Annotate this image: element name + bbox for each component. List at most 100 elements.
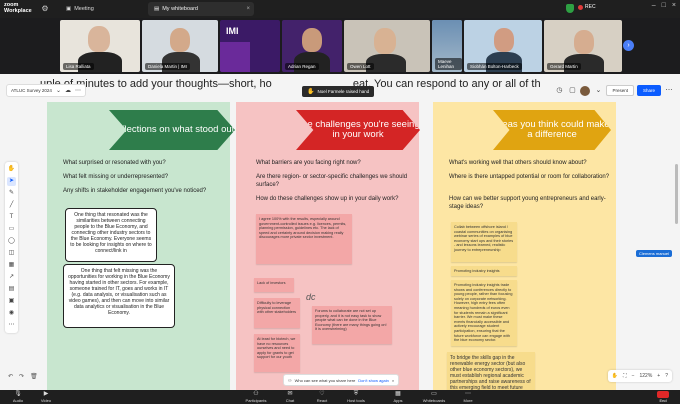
record-dot-icon (578, 4, 583, 10)
table-tool-icon[interactable]: ▤ (7, 285, 16, 294)
sticky-note[interactable]: Collab between offshore island / coastal… (451, 222, 517, 262)
participant-tile[interactable]: Lisa Ralliata (60, 20, 140, 72)
zoom-workplace-logo: zoom Workplace (4, 2, 32, 14)
toast-text: Who can see what you share here (294, 377, 356, 383)
zoom-level[interactable]: 122% (640, 373, 653, 379)
image-tool-icon[interactable]: ▣ (7, 297, 16, 306)
more-label: More (463, 398, 473, 403)
hand-icon[interactable]: ✋ (612, 373, 618, 379)
participant-name: Lisa Ralliata (63, 63, 94, 70)
close-tab-icon[interactable]: × (246, 6, 250, 12)
chat-label: Chat (285, 398, 295, 403)
settings-icon[interactable]: ⚙ (40, 4, 50, 14)
sticky-note[interactable]: Forums to collaborate are not set up pro… (312, 306, 392, 344)
zoom-title-bar: zoom Workplace ⚙ ▣ Meeting ▤ My whiteboa… (0, 0, 680, 18)
dont-show-again-link[interactable]: Don't show again (358, 378, 389, 383)
sticky-note[interactable]: At least for biotech, we have no resourc… (254, 334, 300, 372)
participant-tile[interactable]: Maeve Lenihan (432, 20, 462, 72)
recording-indicator[interactable]: REC (578, 4, 596, 10)
more-tools-icon[interactable]: ⋯ (7, 321, 16, 330)
participant-tile[interactable]: Daniela Martin | IMI (142, 20, 218, 72)
participants-button[interactable]: ⚇ Participants (240, 391, 272, 403)
close-toast-icon[interactable]: × (392, 378, 394, 383)
security-shield-icon[interactable] (566, 4, 574, 13)
timer-icon[interactable]: ◷ (554, 86, 564, 96)
heart-icon: ♡ (319, 391, 325, 397)
more-options-icon[interactable]: ⋯ (664, 86, 674, 96)
participant-tile[interactable]: Gerard Martin (544, 20, 622, 72)
participant-video (374, 28, 396, 54)
video-button[interactable]: ▶ Video (30, 391, 62, 403)
avatar[interactable] (580, 85, 591, 96)
minus-icon[interactable]: − (632, 373, 635, 379)
end-label: End (659, 398, 667, 403)
help-icon[interactable]: ? (665, 373, 668, 379)
shapes-tool-icon[interactable]: ◯ (7, 237, 16, 246)
delete-icon[interactable]: 🗑 (30, 373, 38, 380)
more-icon[interactable]: ⋯ (75, 87, 81, 94)
participant-count-icon[interactable]: ⌄ (593, 86, 603, 96)
participant-tile[interactable]: Adrian Regan (282, 20, 342, 72)
participant-name: Gerard Martin (547, 63, 581, 70)
window-controls: – □ × (652, 2, 676, 9)
present-button[interactable]: Present (606, 85, 634, 96)
whiteboard-canvas[interactable]: uple of minutes to add your thoughts—sho… (0, 74, 680, 390)
apps-button[interactable]: ▦ Apps (382, 391, 414, 403)
participants-icon: ⚇ (253, 391, 259, 397)
column-title-challenges: The challenges you're seeing in your wor… (296, 110, 420, 150)
raised-hand-icon: ✋ (307, 89, 315, 95)
text-tool-icon[interactable]: T (7, 213, 16, 222)
sticky-note[interactable]: Promoting industry insights (451, 266, 517, 276)
whiteboards-button[interactable]: ▭ Whiteboards (418, 391, 450, 403)
whiteboard-file-pill[interactable]: ATLUC Survey 2024 ⌄ ☁ ⋯ (6, 84, 86, 97)
text-note[interactable]: One thing that felt missing was the oppo… (63, 264, 175, 328)
question-text: Are there region- or sector-specific cha… (256, 174, 408, 188)
participant-tile[interactable]: Owen Lott (344, 20, 430, 72)
share-button[interactable]: Share (636, 85, 661, 96)
maximize-icon[interactable]: □ (662, 2, 666, 9)
question-text: What's working well that others should k… (449, 160, 587, 166)
end-meeting-button[interactable]: End (654, 391, 672, 403)
redo-icon[interactable]: ↷ (19, 373, 24, 380)
sticky-note[interactable]: Promoting industry insights trade shows … (451, 280, 517, 346)
zoom-controls: ✋ ⛶ − 122% + ? (607, 370, 672, 382)
template-icon[interactable]: ▦ (7, 261, 16, 270)
comments-icon[interactable]: ▢ (567, 86, 577, 96)
select-tool-icon[interactable]: ➤ (7, 177, 16, 186)
minimize-icon[interactable]: – (652, 2, 656, 9)
undo-icon[interactable]: ↶ (8, 373, 13, 380)
meeting-tab[interactable]: ▣ Meeting (66, 3, 94, 15)
close-window-icon[interactable]: × (672, 2, 676, 9)
sticky-note[interactable]: To bridge the skills gap in the renewabl… (447, 352, 535, 390)
sticky-note[interactable]: Lack of investors (254, 278, 294, 292)
fit-screen-icon[interactable]: ⛶ (623, 373, 627, 379)
host-tools-button[interactable]: ⛨ Host tools (340, 391, 372, 403)
highlighter-icon[interactable]: ╱ (7, 201, 16, 210)
cloud-save-icon[interactable]: ☁ (65, 87, 71, 94)
connector-icon[interactable]: ↗ (7, 273, 16, 282)
share-visibility-toast: ⚇ Who can see what you share here Don't … (283, 374, 400, 386)
sticky-note[interactable]: Difficulty to leverage physical connecti… (254, 298, 300, 328)
react-button[interactable]: ♡ React (306, 391, 338, 403)
plus-icon[interactable]: + (657, 373, 660, 379)
vertical-scrollbar[interactable] (675, 164, 678, 224)
participant-tile[interactable]: Siobhán Bolton-Harbeck (464, 20, 542, 72)
raised-hand-text: Noel Farmele raised hand (317, 89, 370, 94)
pen-tool-icon[interactable]: ✎ (7, 189, 16, 198)
whiteboard-toolbar: ✋ ➤ ✎ ╱ T ▭ ◯ ◫ ▦ ↗ ▤ ▣ ◉ ⋯ (5, 162, 18, 333)
more-button[interactable]: ⋯ More (452, 391, 484, 403)
comment-tool-icon[interactable]: ◫ (7, 249, 16, 258)
apps-icon[interactable]: ◉ (7, 309, 16, 318)
hand-tool-icon[interactable]: ✋ (7, 165, 16, 174)
end-icon (657, 391, 669, 398)
chat-button[interactable]: ✉ Chat (274, 391, 306, 403)
sticky-note-tool-icon[interactable]: ▭ (7, 225, 16, 234)
participant-tile[interactable]: IMI (220, 20, 280, 72)
sticky-note[interactable]: I agree 100% with the results, especiall… (256, 214, 352, 264)
text-note[interactable]: One thing that resonated was the similar… (65, 208, 157, 262)
question-text: How can we better support young entrepre… (449, 196, 606, 210)
react-label: React (316, 398, 328, 403)
whiteboard-tab[interactable]: ▤ My whiteboard × (148, 2, 254, 16)
gallery-next-page-icon[interactable]: › (623, 40, 634, 51)
chevron-down-icon[interactable]: ⌄ (56, 87, 61, 94)
